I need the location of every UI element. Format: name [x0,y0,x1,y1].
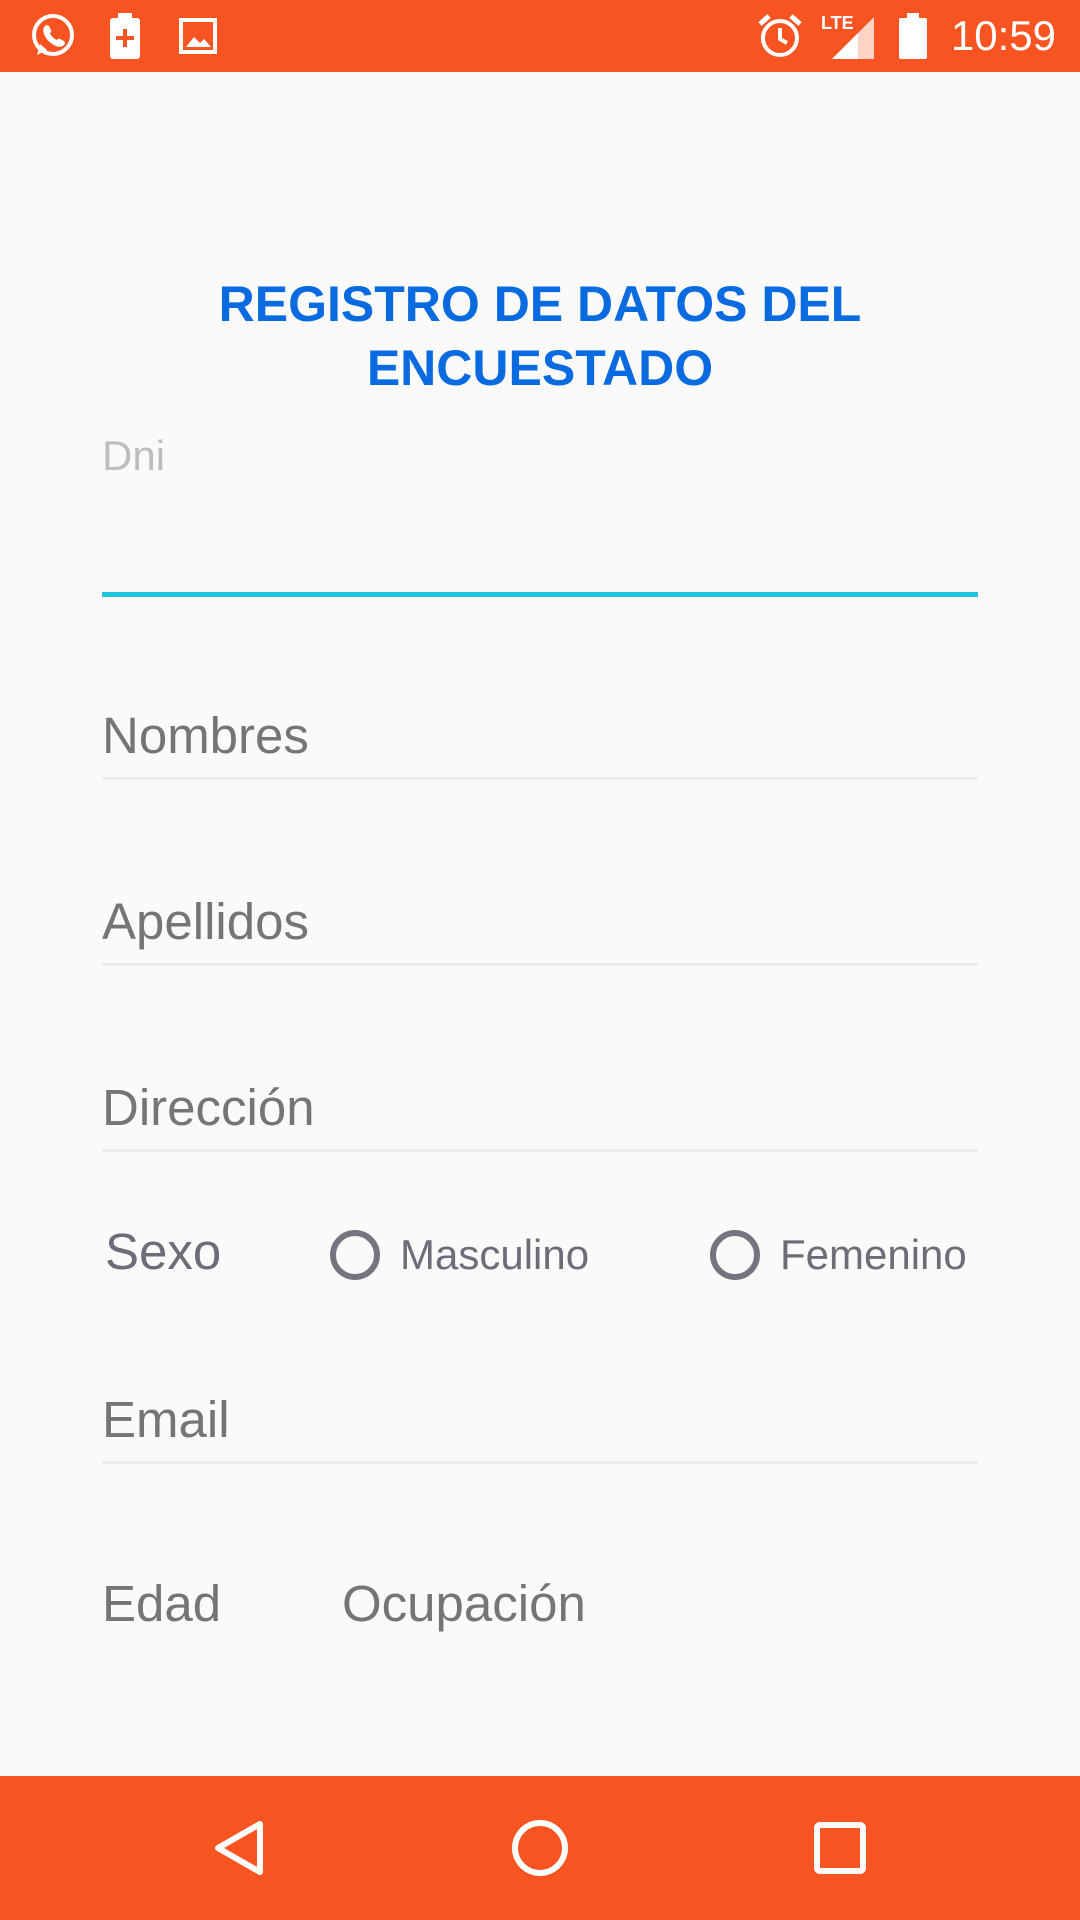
apellidos-underline [102,963,978,966]
status-bar: LTE 10:59 [0,0,1080,72]
dni-floating-label: Dni [102,432,166,479]
dni-input-underline [102,592,978,597]
whatsapp-icon [28,0,78,72]
battery-saver-icon [108,0,142,72]
image-icon [178,0,218,72]
apellidos-placeholder: Apellidos [102,893,309,950]
page-title: REGISTRO DE DATOS DEL ENCUESTADO [0,272,1080,400]
nombres-placeholder: Nombres [102,707,309,764]
nombres-underline [102,777,978,780]
radio-femenino-label[interactable]: Femenino [780,1231,967,1279]
direccion-underline [102,1149,978,1152]
nombres-input[interactable]: Nombres [102,700,978,782]
email-input[interactable]: Email [102,1384,978,1466]
battery-icon [898,0,928,72]
status-time: 10:59 [950,12,1056,59]
svg-text:LTE: LTE [821,13,854,33]
ocupacion-input[interactable]: Ocupación [342,1574,586,1633]
email-underline [102,1461,978,1464]
recents-icon[interactable] [780,1776,900,1920]
page-title-line-1: REGISTRO DE DATOS DEL [218,276,862,332]
email-placeholder: Email [102,1391,230,1448]
edad-input[interactable]: Edad [102,1574,221,1633]
page-title-line-2: ENCUESTADO [366,340,714,396]
dni-input[interactable] [102,490,978,600]
back-icon[interactable] [180,1776,300,1920]
radio-masculino-label[interactable]: Masculino [400,1231,589,1279]
direccion-input[interactable]: Dirección [102,1072,978,1154]
alarm-icon [756,0,804,72]
radio-masculino[interactable]: Masculino [330,1222,589,1288]
apellidos-input[interactable]: Apellidos [102,886,978,968]
navigation-bar [0,1776,1080,1920]
radio-masculino-circle[interactable] [330,1230,380,1280]
radio-femenino[interactable]: Femenino [710,1222,967,1288]
radio-femenino-circle[interactable] [710,1230,760,1280]
direccion-placeholder: Dirección [102,1079,315,1136]
sexo-label: Sexo [105,1223,222,1280]
lte-signal-icon: LTE [820,0,876,72]
home-icon[interactable] [480,1776,600,1920]
